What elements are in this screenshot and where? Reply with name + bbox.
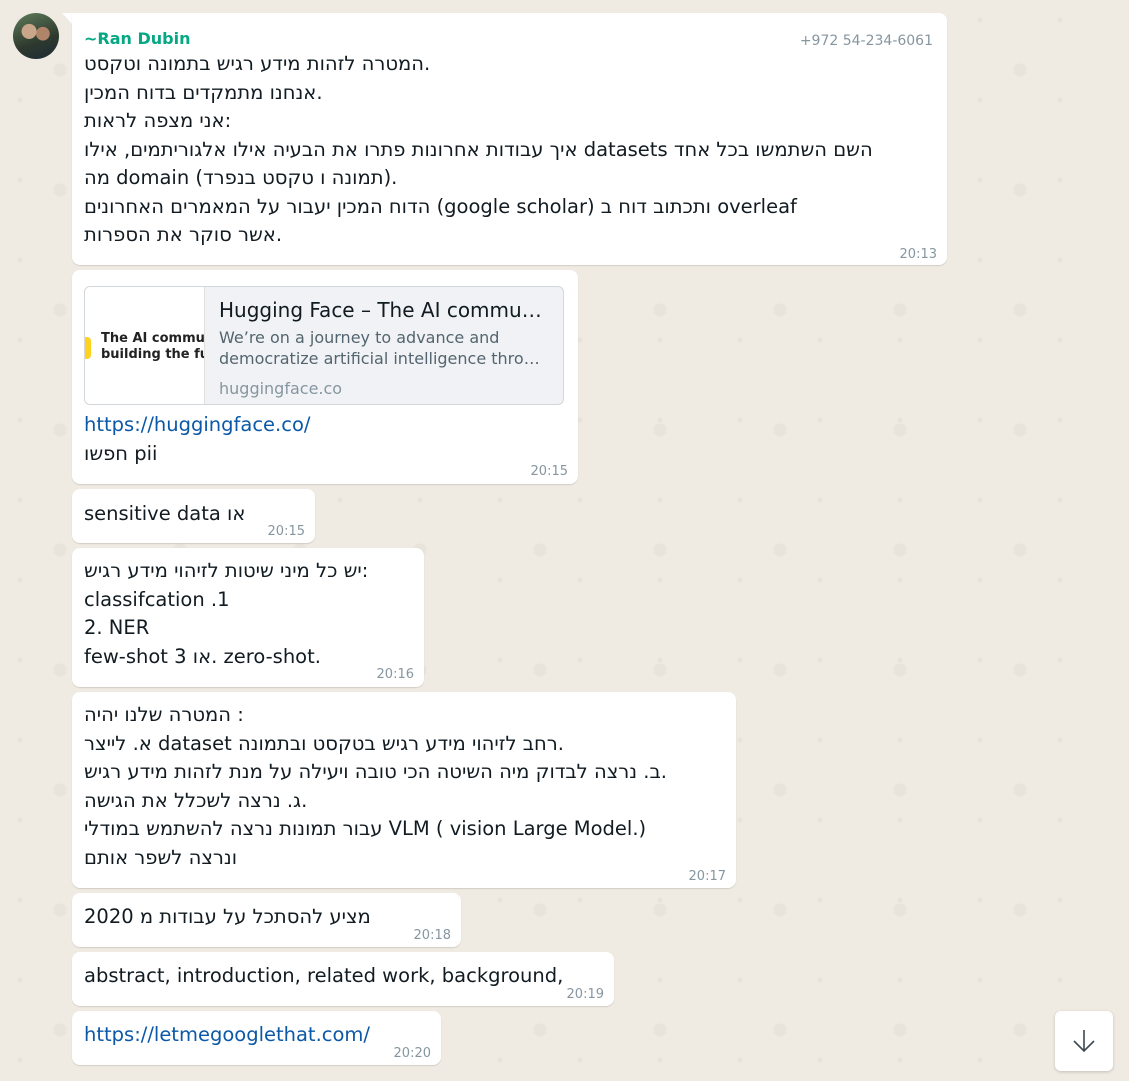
link-preview-thumbnail: The AI commun building the fut [85, 287, 205, 404]
message-line: המטרה שלנו יהיה : [84, 703, 244, 726]
message-bubble[interactable]: sensitive data או 20:15 [72, 489, 315, 543]
message-bubble[interactable]: יש כל מיני שיטות לזיהוי מידע רגיש: class… [72, 548, 424, 687]
message-time: 20:16 [376, 667, 414, 682]
message-text: https://letmegooglethat.com/ [84, 1021, 370, 1050]
message-line: 2. NER [84, 616, 150, 639]
message-link[interactable]: https://letmegooglethat.com/ [84, 1021, 370, 1050]
message-bubble[interactable]: המטרה שלנו יהיה : א. לייצר dataset רחב ל… [72, 692, 736, 888]
message-time: 20:15 [267, 524, 305, 539]
sender-avatar[interactable] [13, 13, 59, 59]
message-text: יש כל מיני שיטות לזיהוי מידע רגיש: class… [84, 557, 368, 671]
message-bubble[interactable]: מציע להסתכל על עבודות מ 2020 20:18 [72, 893, 461, 947]
sender-header: ~Ran Dubin +972 54-234-6061 [84, 25, 933, 49]
message-bubble[interactable]: https://letmegooglethat.com/ 20:20 [72, 1011, 441, 1065]
message-line: classifcation .1 [84, 587, 230, 611]
description-line: We’re on a journey to advance and [219, 328, 500, 347]
link-preview-title: Hugging Face – The AI communit... [219, 298, 554, 322]
thumbnail-line: building the fut [101, 347, 205, 362]
message-line: א. לייצר dataset רחב לזיהוי מידע רגיש בט… [84, 731, 564, 755]
thumbnail-text: The AI commun building the fut [101, 331, 205, 363]
message-line: אשר סוקר את הספרות. [84, 223, 283, 246]
huggingface-logo-icon [85, 337, 91, 359]
message-line: ונרצה לשפר אותם [84, 845, 238, 869]
message-time: 20:17 [688, 869, 726, 884]
message-line: חפשו pii [84, 441, 158, 465]
arrow-down-icon [1073, 1030, 1095, 1053]
message-text: מציע להסתכל על עבודות מ 2020 [84, 903, 371, 932]
message-line: איך עבודות אחרונות פתרו את הבעיה אילו אל… [84, 137, 873, 161]
link-preview-description: We’re on a journey to advance and democr… [219, 327, 549, 369]
message-time: 20:15 [530, 464, 568, 479]
message-link[interactable]: https://huggingface.co/ [84, 411, 310, 440]
message-time: 20:13 [899, 247, 937, 262]
message-line: ב. נרצה לבדוק מיה השיטה הכי טובה ויעילה … [84, 760, 667, 783]
message-line: ג. נרצה לשכלל את הגישה. [84, 788, 308, 812]
message-line: אני מצפה לראות: [84, 109, 232, 132]
link-preview[interactable]: The AI commun building the fut Hugging F… [84, 286, 564, 405]
message-text: המטרה לזהות מידע רגיש בתמונה וטקסט. אנחנ… [84, 50, 873, 250]
message-bubble[interactable]: abstract, introduction, related work, ba… [72, 952, 614, 1006]
message-line: abstract, introduction, related work, ba… [84, 964, 564, 987]
message-time: 20:19 [566, 987, 604, 1002]
message-bubble[interactable]: ~Ran Dubin +972 54-234-6061 המטרה לזהות … [72, 13, 947, 265]
message-text: https://huggingface.co/ חפשו pii [84, 411, 310, 468]
message-line: הדוח המכין יעבור על המאמרים האחרונים (go… [84, 194, 797, 218]
description-line: democratize artificial intelligence thro… [219, 349, 549, 368]
message-line: עבור תמונות נרצה להשתמש במודלי VLM ( vis… [84, 817, 647, 840]
message-line: אנחנו מתמקדים בדוח המכין. [84, 80, 323, 104]
thumbnail-line: The AI commun [101, 331, 205, 346]
message-line: המטרה לזהות מידע רגיש בתמונה וטקסט. [84, 52, 431, 75]
message-line: sensitive data או [84, 502, 246, 525]
message-time: 20:18 [413, 928, 451, 943]
message-line: מה domain (תמונה ו טקסט בנפרד). [84, 166, 398, 189]
message-text: sensitive data או [84, 500, 245, 529]
link-preview-domain: huggingface.co [219, 379, 343, 398]
message-bubble[interactable]: The AI commun building the fut Hugging F… [72, 270, 578, 484]
message-line: יש כל מיני שיטות לזיהוי מידע רגיש: [84, 559, 369, 582]
message-text: abstract, introduction, related work, ba… [84, 962, 563, 991]
message-line: מציע להסתכל על עבודות מ 2020 [84, 905, 371, 928]
scroll-to-bottom-button[interactable] [1055, 1011, 1113, 1071]
message-time: 20:20 [393, 1046, 431, 1061]
message-text: המטרה שלנו יהיה : א. לייצר dataset רחב ל… [84, 701, 667, 872]
message-line: few-shot או 3. zero-shot. [84, 644, 321, 668]
